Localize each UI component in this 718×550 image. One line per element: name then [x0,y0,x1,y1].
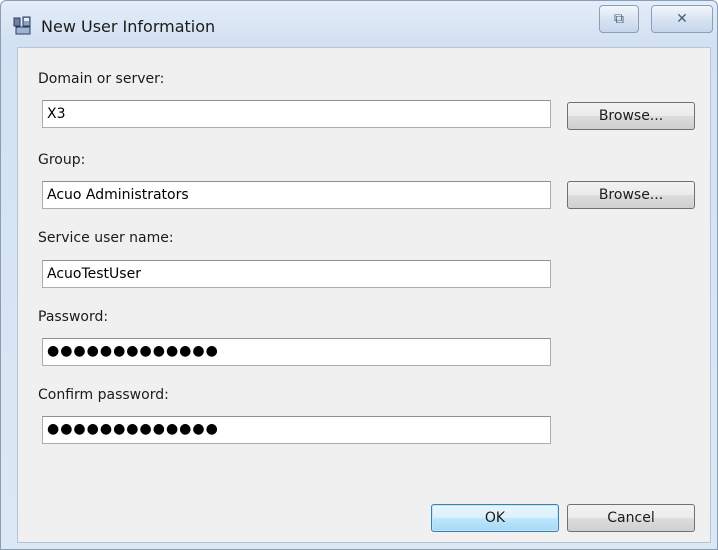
cancel-label: Cancel [607,510,655,526]
window-title: New User Information [41,17,216,36]
domain-browse-button[interactable]: Browse... [567,102,695,130]
close-icon: ✕ [676,11,688,27]
disk-network-icon [13,16,33,36]
group-label: Group: [38,152,86,168]
group-input[interactable]: Acuo Administrators [42,181,551,209]
cancel-button[interactable]: Cancel [567,504,695,532]
title-bar[interactable]: New User Information ⧉ ✕ [1,1,717,47]
password-label: Password: [38,309,109,325]
ok-label: OK [484,510,506,526]
service-user-label: Service user name: [38,230,174,246]
confirm-password-input[interactable]: ●●●●●●●●●●●●● [42,416,551,444]
domain-input[interactable]: X3 [42,100,551,128]
ok-button[interactable]: OK [431,504,559,532]
group-browse-button[interactable]: Browse... [567,181,695,209]
confirm-password-label: Confirm password: [38,387,169,403]
domain-label: Domain or server: [38,71,165,87]
restore-button[interactable]: ⧉ [599,5,639,33]
restore-icon: ⧉ [614,11,624,27]
password-input[interactable]: ●●●●●●●●●●●●● [42,338,551,366]
dialog-window: New User Information ⧉ ✕ Domain or serve… [0,0,718,550]
service-user-input[interactable]: AcuoTestUser [42,260,551,288]
browse-label: Browse... [598,108,664,124]
close-button[interactable]: ✕ [651,5,713,33]
browse-label: Browse... [598,187,664,203]
dialog-body: Domain or server: X3 Browse... Group: Ac… [17,47,711,543]
